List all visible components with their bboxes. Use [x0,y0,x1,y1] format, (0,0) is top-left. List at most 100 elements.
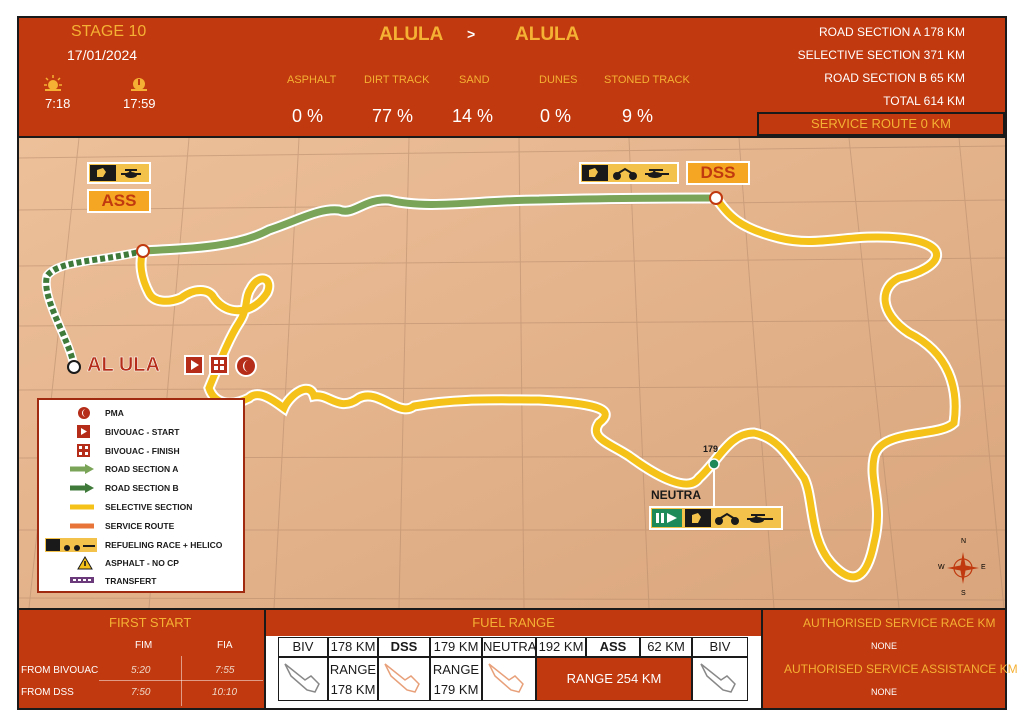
surface-label-asphalt: ASPHALT [287,74,337,86]
stage-date: 17/01/2024 [67,47,138,63]
surface-value-dunes: 0 % [540,106,572,126]
legend-label-road-b: ROAD SECTION B [105,483,179,493]
service-race-value: NONE [871,641,898,651]
distance-total: TOTAL 614 KM [883,94,965,108]
legend-label-pma: PMA [105,408,124,418]
neutra-km: 179 [703,444,719,454]
sunrise-icon [44,75,62,91]
fuel-cell-km-4: 62 KM [640,637,692,657]
dss-tag: DSS [686,161,750,185]
fuel-range-2: RANGE 179 KM [430,657,482,701]
pma-icon [235,355,257,377]
ass-point [136,244,150,258]
fuel-range-panel: FUEL RANGE BIV 178 KM DSS 179 KM NEUTRA … [264,610,763,708]
fuel-range-3: RANGE 254 KM [536,657,692,701]
dss-point [709,191,723,205]
bivouac-finish-icon [209,355,229,375]
first-start-row2-label: FROM DSS [21,687,74,698]
surface-value-asphalt: 0 % [292,106,324,126]
legend-label-selective: SELECTIVE SECTION [105,502,193,512]
fuel-cell-biv-start: BIV [278,637,328,657]
start-point [67,360,81,374]
sunset-icon [131,78,147,91]
stage-number: STAGE 10 [71,23,147,40]
route-origin: ALULA [379,24,444,45]
legend-label-asphalt-no-cp: ASPHALT - NO CP [105,558,179,568]
stage-map: N S E W AL ULA ASS DSS 179 NEUTRA PMA BI… [19,138,1005,610]
neutra-label: NEUTRA [651,488,701,502]
map-legend: PMA BIVOUAC - START BIVOUAC - FINISH ROA… [37,398,245,593]
legend-label-bivouac-finish: BIVOUAC - FINISH [105,446,180,456]
bottom-panel: FIRST START FIM FIA FROM BIVOUAC FROM DS… [19,610,1018,708]
legend-label-service-route: SERVICE ROUTE [105,521,175,531]
fuel-cell-biv-end: BIV [692,637,748,657]
legend-road-a-icon [70,464,94,474]
legend-warning-icon [77,556,93,570]
first-start-row1-label: FROM BIVOUAC [21,665,99,676]
ass-services-badge [87,162,151,184]
fuel-range-2-label: RANGE [432,662,480,677]
neutra-point [708,458,720,470]
legend-bivouac-start-icon [77,425,90,438]
dss-services-badge [579,162,679,184]
first-start-row2-fim: 7:50 [131,687,151,698]
service-race-title: AUTHORISED SERVICE RACE KM [803,616,996,630]
service-route-box: SERVICE ROUTE 0 KM [757,112,1005,136]
legend-label-bivouac-start: BIVOUAC - START [105,427,180,437]
fuel-cell-dss: DSS [378,637,430,657]
first-start-row1-fim: 5:20 [131,665,151,676]
legend-bivouac-finish-icon [77,444,90,457]
neutra-services-badge [649,506,783,530]
legend-refueling-icon [45,538,97,552]
fuel-pump-icon-1 [278,657,328,701]
legend-label-refueling: REFUELING RACE + HELICO [105,540,223,550]
fuel-pump-icon-4 [692,657,748,701]
fuel-range-1-label: RANGE [329,662,377,677]
fuel-cell-ass: ASS [586,637,640,657]
first-start-title: FIRST START [109,615,192,630]
legend-transfert-icon [70,577,94,583]
fuel-pump-icon-2 [378,657,430,701]
surface-label-stoned: STONED TRACK [604,74,690,86]
legend-road-b-icon [70,483,94,493]
fuel-pump-icon-3 [482,657,536,701]
fuel-range-1: RANGE 178 KM [328,657,378,701]
first-start-col-divider [181,656,182,706]
surface-value-stoned: 9 % [622,106,654,126]
bivouac-start-icon [184,355,204,375]
first-start-row2-fia: 10:10 [212,687,238,698]
distance-road-a: ROAD SECTION A 178 KM [818,25,965,39]
legend-selective-icon [70,504,94,510]
fuel-cell-km-3: 192 KM [536,637,586,657]
service-assist-title: AUTHORISED SERVICE ASSISTANCE KM [784,662,1018,676]
first-start-fim-header: FIM [135,640,153,651]
service-assist-value: NONE [871,687,898,697]
fuel-cell-km-2: 179 KM [430,637,482,657]
stage-header: STAGE 10 17/01/2024 7:18 17:59 ALULA > A… [19,18,1005,138]
ass-tag: ASS [87,189,151,213]
legend-label-transfert: TRANSFERT [105,576,157,586]
compass-e: E [981,564,986,571]
distance-selective: SELECTIVE SECTION 371 KM [797,48,965,62]
route-arrow: > [467,26,476,42]
start-label: AL ULA [87,354,160,377]
legend-service-route-icon [70,523,94,529]
fuel-range-1-km: 178 KM [330,682,376,697]
fuel-cell-km-1: 178 KM [328,637,378,657]
route-destination: ALULA [515,24,580,45]
surface-value-dirt: 77 % [372,106,414,126]
surface-value-sand: 14 % [452,106,494,126]
legend-pma-icon [78,407,90,419]
compass-s: S [961,590,966,597]
fuel-cell-neutra: NEUTRA [482,637,536,657]
distance-road-b: ROAD SECTION B 65 KM [824,71,965,85]
compass-w: W [938,564,945,571]
surface-label-dirt: DIRT TRACK [364,74,430,86]
first-start-fia-header: FIA [217,640,233,651]
first-start-row1-fia: 7:55 [215,665,235,676]
legend-label-road-a: ROAD SECTION A [105,464,179,474]
surface-label-dunes: DUNES [539,74,578,86]
fuel-range-2-km: 179 KM [433,682,479,697]
sunrise-time: 7:18 [45,96,71,111]
fuel-range-title: FUEL RANGE [266,610,761,636]
